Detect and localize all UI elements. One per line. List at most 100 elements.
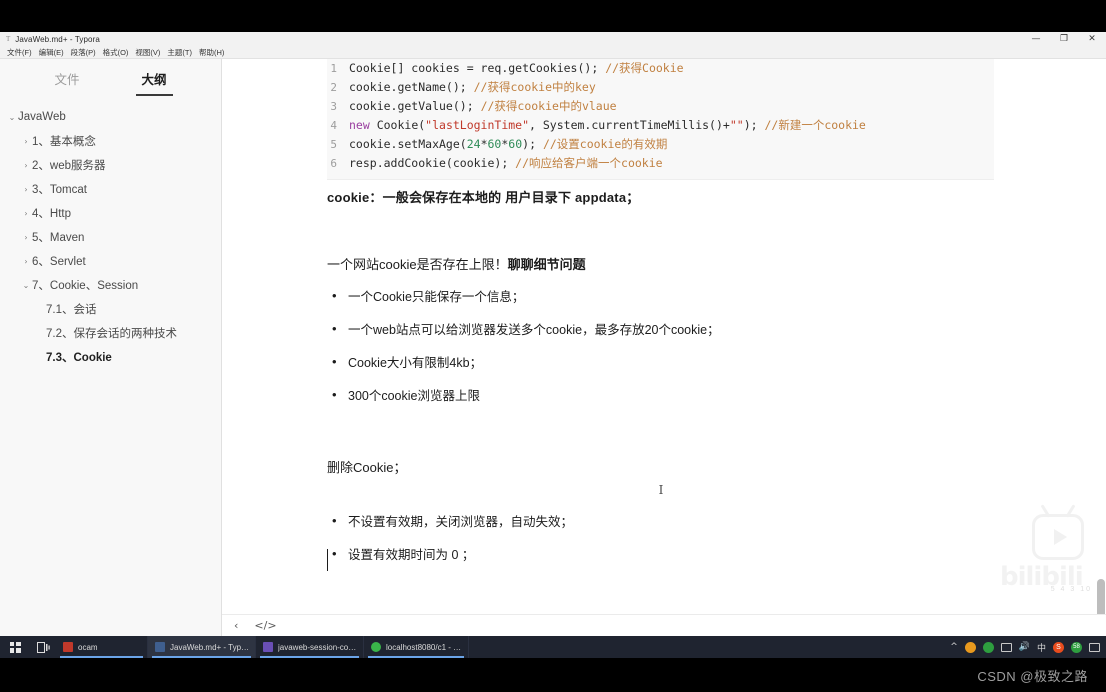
code-block[interactable]: 1 Cookie[] cookies = req.getCookies(); /… [327,59,994,180]
windows-logo-icon [9,641,21,653]
menu-paragraph[interactable]: 段落(P) [69,46,101,59]
window-controls: — ❐ ✕ [1022,32,1106,46]
document-canvas[interactable]: 1 Cookie[] cookies = req.getCookies(); /… [222,59,1106,614]
bilibili-watermark: bilibili 5 4 3 10 [1000,514,1092,596]
menu-bar: 文件(F) 编辑(E) 段落(P) 格式(O) 视图(V) 主题(T) 帮助(H… [0,46,1106,59]
text-caret [327,549,329,571]
list-item: 设置有效期时间为 0 ； [327,546,1007,563]
outline-list: ⌄ JavaWeb › 1、基本概念 › 2、web服务器 › 3、Tomcat [0,95,221,636]
chrome-icon [371,642,381,652]
outline-item-2[interactable]: › 2、web服务器 [0,153,221,177]
list-item: 300个cookie浏览器上限 [327,387,1007,404]
outline-item-7-2[interactable]: 7.2、保存会话的两种技术 [0,321,221,345]
code-line: 4 new Cookie("lastLoginTime", System.cur… [327,116,994,135]
outline-item-5[interactable]: › 5、Maven [0,225,221,249]
code-line: 6 resp.addCookie(cookie); //响应给客户端一个cook… [327,154,994,173]
status-bar: ‹ </> [222,614,1106,636]
menu-file[interactable]: 文件(F) [5,46,37,59]
menu-help[interactable]: 帮助(H) [197,46,229,59]
menu-edit[interactable]: 编辑(E) [37,46,69,59]
vertical-scrollbar[interactable] [1096,59,1106,614]
title-bar: T JavaWeb.md+ - Typora — ❐ ✕ [0,32,1106,46]
source-code-icon[interactable]: </> [254,619,276,632]
code-line: 5 cookie.setMaxAge(24*60*60); //设置cookie… [327,135,994,154]
tray-chevron-up-icon[interactable]: ^ [950,642,958,652]
menu-view[interactable]: 视图(V) [133,46,165,59]
code-text: Cookie[] cookies = req.getCookies(); //获… [349,61,684,75]
typora-icon [155,642,165,652]
network-icon[interactable] [1000,642,1012,652]
play-icon [1053,529,1067,545]
bilibili-tv-icon [1032,514,1084,560]
outline-item-1[interactable]: › 1、基本概念 [0,129,221,153]
code-line: 2 cookie.getName(); //获得cookie中的key [327,78,994,97]
chevron-right-icon: › [24,208,28,218]
tray-badge-icon[interactable]: 58 [1071,641,1082,653]
outline-item-7-1[interactable]: 7.1、会话 [0,297,221,321]
back-icon[interactable]: ‹ [234,619,238,632]
menu-format[interactable]: 格式(O) [101,46,134,59]
taskbar-item-ocam[interactable]: ocam [56,636,148,658]
list-item: 一个web站点可以给浏览器发送多个cookie，最多存放20个cookie； [327,321,1007,338]
intellij-icon [263,642,273,652]
line-number: 2 [330,81,337,94]
chevron-right-icon: › [24,136,28,146]
chevron-right-icon: › [24,256,28,266]
sogou-ime-icon[interactable]: S [1053,641,1064,653]
maximize-button[interactable]: ❐ [1050,32,1078,46]
code-text: new Cookie("lastLoginTime", System.curre… [349,118,866,132]
paragraph-cookie-location: cookie：一般会保存在本地的 用户目录下 appdata； [327,190,640,205]
line-number: 1 [330,62,337,75]
typora-window: T JavaWeb.md+ - Typora — ❐ ✕ 文件(F) 编辑(E)… [0,32,1106,636]
csdn-watermark-text: CSDN @极致之路 [977,668,1088,684]
scrollbar-thumb[interactable] [1097,579,1105,614]
editor-pane: 1 Cookie[] cookies = req.getCookies(); /… [222,59,1106,636]
outline-item-7[interactable]: ⌄ 7、Cookie、Session [0,273,221,297]
paragraph-cookie-limit-normal: 一个网站cookie是否存在上限！ [327,257,508,272]
typora-logo-icon: T [6,35,11,43]
paragraph-cookie-limit: 一个网站cookie是否存在上限！聊聊细节问题 [327,254,1007,273]
line-number: 3 [330,100,337,113]
close-button[interactable]: ✕ [1078,32,1106,46]
bilibili-wordmark: bilibili [1000,562,1084,592]
line-number: 5 [330,138,337,151]
taskbar-item-idea[interactable]: javaweb-session-co… [256,636,364,658]
outline-item-6[interactable]: › 6、Servlet [0,249,221,273]
code-line: 1 Cookie[] cookies = req.getCookies(); /… [327,59,994,78]
start-button[interactable] [0,636,30,658]
tray-app-icon[interactable] [964,641,976,653]
task-view-button[interactable] [30,636,56,658]
minimize-button[interactable]: — [1022,32,1050,46]
taskbar: ocam JavaWeb.md+ - Typ… javaweb-session-… [0,636,1106,658]
code-text: cookie.getValue(); //获得cookie中的vlaue [349,99,617,113]
tab-files[interactable]: 文件 [54,69,79,94]
action-center-icon[interactable] [1089,642,1100,652]
menu-theme[interactable]: 主题(T) [165,46,197,59]
tray-shield-icon[interactable] [982,641,994,653]
tab-outline[interactable]: 大纲 [135,69,173,96]
chevron-right-icon: › [24,184,28,194]
sidebar: 文件 大纲 ⌄ JavaWeb › 1、基本概念 › 2、web服务器 › 3、… [0,59,222,636]
list-item: 不设置有效期，关闭浏览器，自动失效； [327,513,1007,530]
list-delete-cookie: 不设置有效期，关闭浏览器，自动失效； 设置有效期时间为 0 ； [327,513,1007,563]
chevron-right-icon: › [24,232,28,242]
ocam-icon [63,642,73,652]
csdn-watermark: CSDN @极致之路 [0,658,1106,692]
volume-icon[interactable]: 🔊 [1019,642,1030,652]
outline-item-javaweb[interactable]: ⌄ JavaWeb [0,105,221,129]
screen: T JavaWeb.md+ - Typora — ❐ ✕ 文件(F) 编辑(E)… [0,0,1106,692]
list-item: Cookie大小有限制4kb； [327,354,1007,371]
chevron-right-icon: › [24,160,28,170]
ime-mode-icon[interactable]: 中 [1037,641,1046,654]
taskbar-item-typora[interactable]: JavaWeb.md+ - Typ… [148,636,256,658]
outline-item-3[interactable]: › 3、Tomcat [0,177,221,201]
document-text[interactable]: cookie：一般会保存在本地的 用户目录下 appdata； 一个网站cook… [327,187,1007,580]
outline-item-4[interactable]: › 4、Http [0,201,221,225]
watermark-counter: 5 4 3 10 [1050,586,1092,593]
paragraph-delete-cookie: 删除Cookie； [327,460,407,475]
outline-item-7-3[interactable]: 7.3、Cookie [0,345,221,369]
task-view-icon [36,641,50,653]
system-tray: ^ 🔊 中 S 58 [950,641,1106,654]
taskbar-item-chrome[interactable]: localhost8080/c1 - … [364,636,470,658]
